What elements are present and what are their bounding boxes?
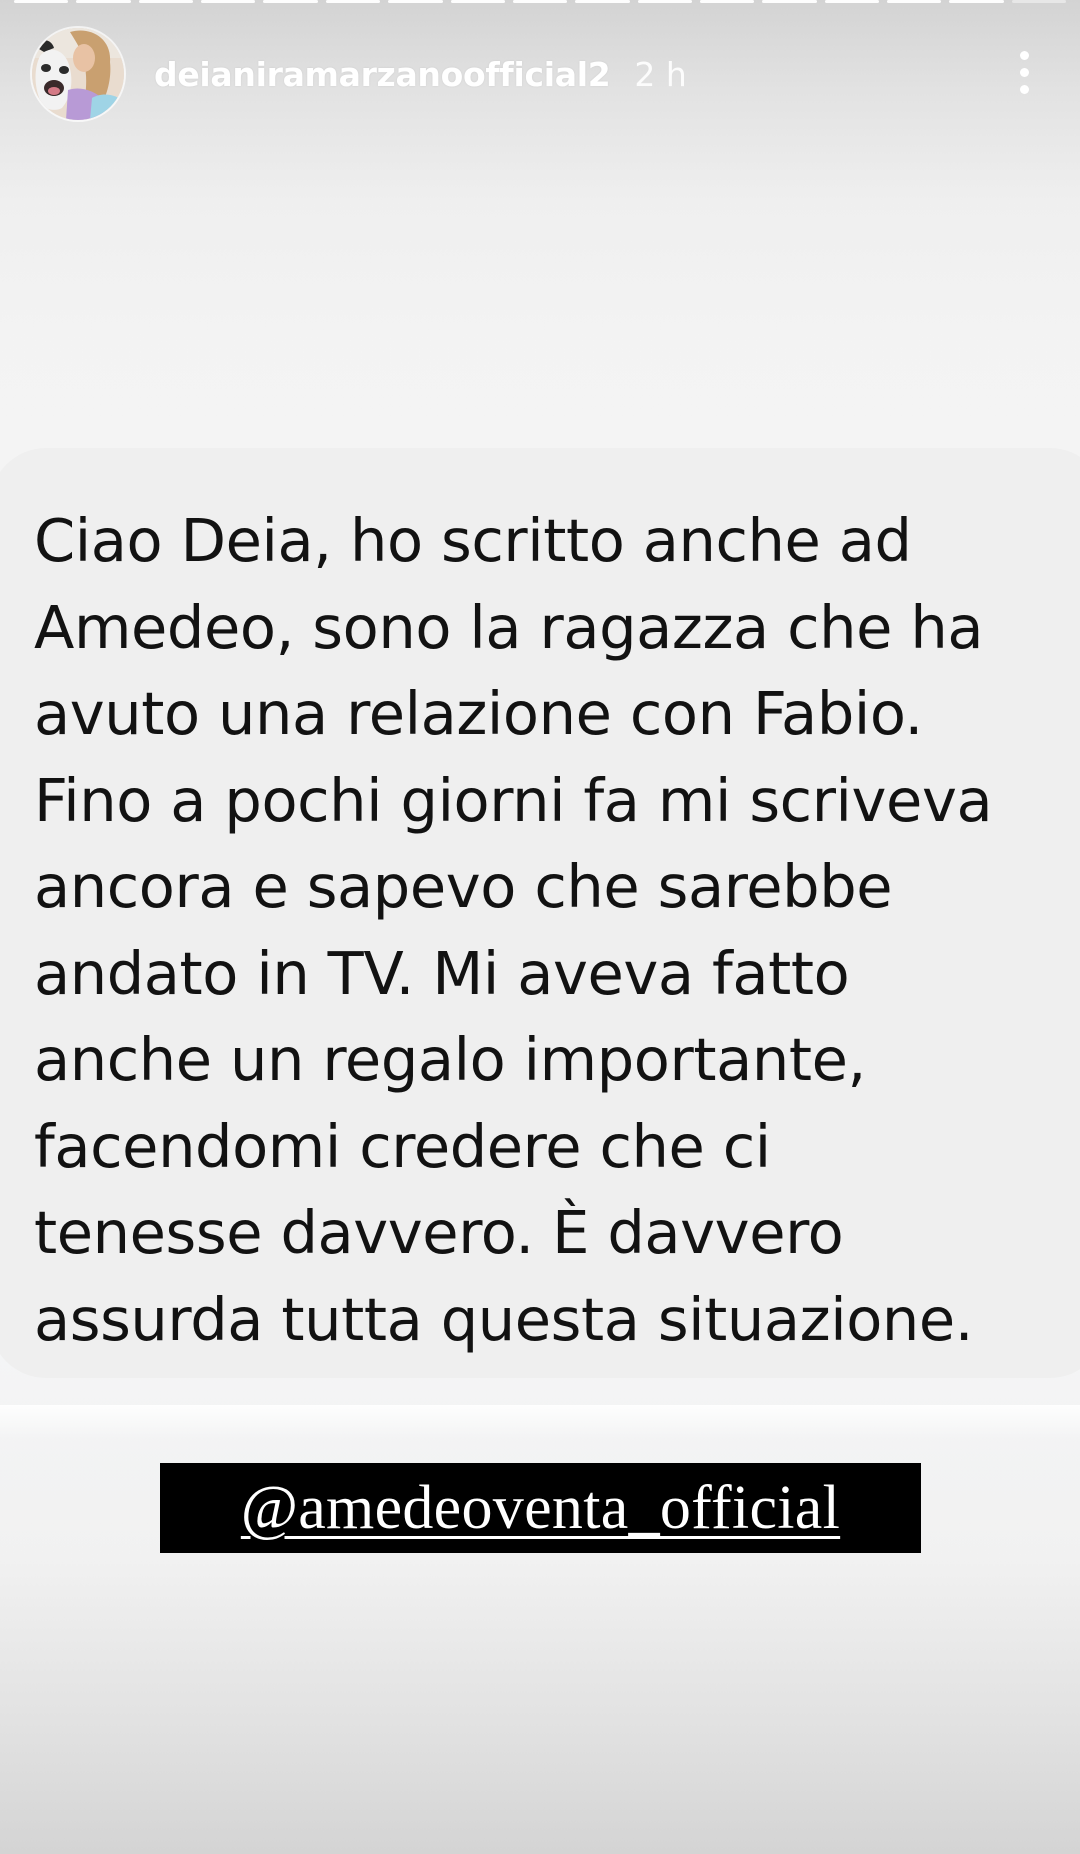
story-progress-bar (14, 0, 1067, 5)
message-line: Fino a pochi giorni fa mi scriveva (34, 765, 993, 835)
progress-segment (824, 0, 880, 3)
progress-segment (14, 0, 69, 3)
progress-segment (201, 0, 256, 3)
progress-segment (76, 0, 131, 3)
progress-segment (949, 0, 1004, 3)
progress-segment (1011, 0, 1067, 3)
message-line: Ciao Deia, ho scritto anche ad (34, 506, 912, 575)
more-vertical-icon (1019, 67, 1029, 77)
mention-link[interactable]: @amedeoventa_official (241, 1473, 840, 1544)
progress-segment (512, 0, 568, 3)
message-line: tenesse davvero. È davvero (34, 1198, 844, 1267)
message-line: facendomi credere che ci (34, 1111, 771, 1181)
progress-segment (575, 0, 630, 3)
avatar[interactable] (32, 28, 124, 120)
progress-segment (762, 0, 817, 3)
progress-segment (699, 0, 755, 3)
progress-segment (887, 0, 942, 3)
message-line: assurda tutta questa situazione. (34, 1284, 974, 1354)
divider (0, 1405, 1080, 1439)
avatar-photo-icon (32, 28, 124, 120)
progress-segment (325, 0, 381, 3)
progress-segment (637, 0, 692, 3)
more-options-button[interactable] (1000, 40, 1048, 104)
story-header: deianiramarzanoofficial2 2 h (32, 26, 1048, 122)
post-time: 2 h (634, 54, 687, 94)
message-line: anche un regalo importante, (34, 1025, 866, 1094)
message-line: avuto una relazione con Fabio. (34, 679, 923, 748)
more-vertical-icon (1019, 84, 1029, 94)
message-line: Amedeo, sono la ragazza che ha (34, 592, 984, 662)
message-line: ancora e sapevo che sarebbe (34, 852, 893, 921)
progress-segment (450, 0, 505, 3)
username[interactable]: deianiramarzanoofficial2 (154, 55, 611, 94)
progress-segment (138, 0, 194, 3)
message-bubble: Ciao Deia, ho scritto anche ad Amedeo, s… (0, 448, 1080, 1378)
mention-sticker[interactable]: @amedeoventa_official (160, 1463, 921, 1553)
progress-segment (263, 0, 318, 3)
progress-segment (388, 0, 443, 3)
message-line: andato in TV. Mi aveva fatto (34, 938, 850, 1008)
more-vertical-icon (1019, 50, 1029, 60)
